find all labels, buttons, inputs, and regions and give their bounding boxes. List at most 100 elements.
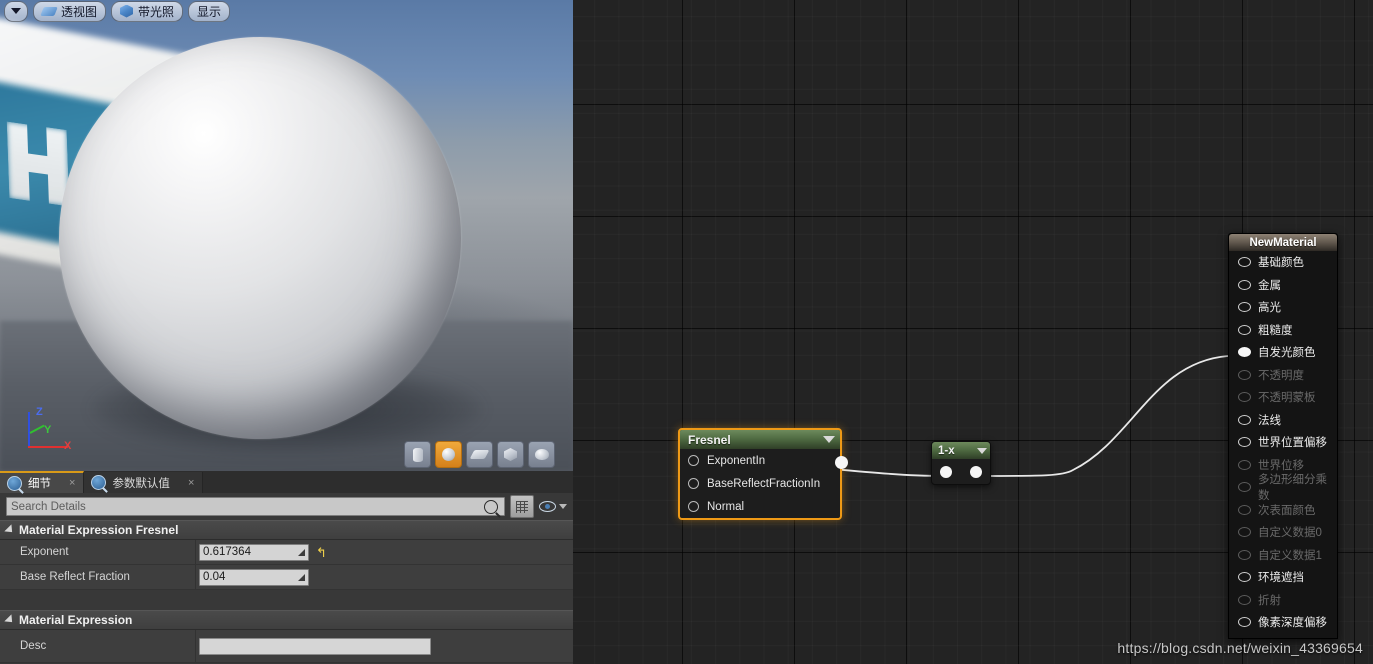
pin-icon[interactable] bbox=[1238, 279, 1251, 290]
viewport-toolbar: 透视图 带光照 显示 bbox=[4, 0, 231, 22]
material-preview-viewport[interactable]: Z X Y 透视图 带光照 显示 bbox=[0, 0, 573, 471]
material-pin-row[interactable]: 粗糙度 bbox=[1229, 319, 1337, 342]
pin-icon[interactable] bbox=[1238, 437, 1251, 448]
pin-icon[interactable] bbox=[1238, 414, 1251, 425]
pin-icon[interactable] bbox=[1238, 302, 1251, 313]
node-new-material-body: NewMaterial 基础颜色 金属 高光 粗糙度 自发光颜色 不透明度不透明蒙板法线世… bbox=[1228, 233, 1338, 639]
section-header-material-expression-fresnel[interactable]: Material Expression Fresnel bbox=[0, 520, 573, 540]
pin-icon[interactable] bbox=[688, 501, 699, 512]
material-pin-row[interactable]: 金属 bbox=[1229, 274, 1337, 297]
details-visibility-button[interactable] bbox=[539, 501, 567, 512]
pin-icon[interactable] bbox=[1238, 324, 1251, 335]
material-pin-row[interactable]: 像素深度偏移 bbox=[1229, 611, 1337, 634]
viewport-lit-button[interactable]: 带光照 bbox=[111, 0, 184, 22]
cylinder-icon bbox=[412, 447, 423, 462]
material-pin-row[interactable]: 自发光颜色 bbox=[1229, 341, 1337, 364]
axis-y-label: Y bbox=[44, 424, 52, 436]
material-pin-row[interactable]: 环境遮挡 bbox=[1229, 566, 1337, 589]
expand-triangle-icon bbox=[4, 614, 16, 626]
preview-shape-teapot-button[interactable] bbox=[528, 441, 555, 468]
node-one-minus-pins bbox=[932, 459, 990, 484]
collapse-triangle-icon[interactable] bbox=[977, 447, 987, 454]
node-fresnel[interactable]: Fresnel ExponentIn BaseReflectFractionIn… bbox=[678, 428, 848, 520]
preview-sphere-mesh[interactable] bbox=[59, 37, 461, 439]
teapot-icon bbox=[534, 449, 549, 460]
chevron-down-icon bbox=[559, 504, 567, 509]
search-details-input[interactable]: Search Details bbox=[11, 501, 484, 513]
perspective-icon bbox=[40, 6, 58, 16]
material-pin-label: 世界位置偏移 bbox=[1258, 437, 1327, 450]
axis-z-label: Z bbox=[36, 406, 43, 418]
pin-icon bbox=[1238, 594, 1251, 605]
material-pin-row[interactable]: 法线 bbox=[1229, 409, 1337, 432]
exponent-reset-button[interactable]: ↰ bbox=[316, 546, 327, 559]
exponent-input[interactable]: 0.617364 bbox=[199, 543, 309, 561]
node-one-minus-title: 1-x bbox=[938, 444, 955, 457]
base-reflect-fraction-value: 0.04 bbox=[203, 571, 226, 583]
collapse-triangle-icon[interactable] bbox=[823, 436, 835, 443]
desc-input[interactable] bbox=[199, 637, 431, 655]
expand-triangle-icon bbox=[4, 524, 16, 536]
preview-shape-plane-button[interactable] bbox=[466, 441, 493, 468]
viewport-show-button[interactable]: 显示 bbox=[188, 0, 231, 22]
node-fresnel-title: Fresnel bbox=[688, 432, 731, 447]
node-fresnel-output-pin[interactable] bbox=[835, 456, 848, 469]
node-pin-exponent-in[interactable]: ExponentIn bbox=[680, 449, 840, 472]
search-details-box[interactable]: Search Details bbox=[6, 497, 505, 516]
material-pin-row[interactable]: 世界位置偏移 bbox=[1229, 431, 1337, 454]
viewport-menu-button[interactable] bbox=[4, 0, 28, 22]
pin-icon[interactable] bbox=[1238, 257, 1251, 268]
node-one-minus[interactable]: 1-x bbox=[931, 441, 991, 485]
node-new-material-title: NewMaterial bbox=[1229, 234, 1337, 251]
material-pin-row[interactable]: 高光 bbox=[1229, 296, 1337, 319]
section-header-material-expression[interactable]: Material Expression bbox=[0, 610, 573, 630]
tab-parameter-defaults-close-icon[interactable]: × bbox=[188, 477, 194, 489]
property-row-desc: Desc bbox=[0, 630, 573, 663]
property-label-desc: Desc bbox=[20, 640, 47, 652]
exponent-value: 0.617364 bbox=[203, 546, 251, 558]
tab-details[interactable]: 细节 × bbox=[0, 471, 85, 493]
wire-oneminus-to-emissive bbox=[982, 355, 1229, 477]
pin-icon[interactable] bbox=[1238, 572, 1251, 583]
preview-shape-cube-button[interactable] bbox=[497, 441, 524, 468]
pin-icon[interactable] bbox=[688, 455, 699, 466]
property-label-base-reflect-fraction: Base Reflect Fraction bbox=[20, 571, 130, 583]
material-pin-row: 自定义数据0 bbox=[1229, 521, 1337, 544]
node-fresnel-header[interactable]: Fresnel bbox=[680, 430, 840, 449]
spinner-icon[interactable] bbox=[298, 548, 305, 556]
property-row-base-reflect-fraction: Base Reflect Fraction 0.04 bbox=[0, 565, 573, 590]
eye-icon bbox=[539, 501, 556, 512]
tab-parameter-defaults[interactable]: 参数默认值 × bbox=[84, 472, 204, 493]
node-pin-normal[interactable]: Normal bbox=[680, 495, 840, 518]
pin-icon[interactable] bbox=[1238, 617, 1251, 628]
material-pin-row: 不透明度 bbox=[1229, 364, 1337, 387]
preview-shape-sphere-button[interactable] bbox=[435, 441, 462, 468]
details-grid-view-button[interactable] bbox=[510, 495, 534, 518]
viewport-perspective-button[interactable]: 透视图 bbox=[33, 0, 107, 22]
property-label-exponent: Exponent bbox=[20, 546, 69, 558]
axis-y-line bbox=[29, 424, 45, 434]
base-reflect-fraction-input[interactable]: 0.04 bbox=[199, 568, 309, 586]
spinner-icon[interactable] bbox=[298, 573, 305, 581]
preview-shape-cylinder-button[interactable] bbox=[404, 441, 431, 468]
material-pin-row: 多边形细分乘数 bbox=[1229, 474, 1337, 502]
pin-icon[interactable] bbox=[688, 478, 699, 489]
material-pin-label: 不透明蒙板 bbox=[1258, 392, 1316, 405]
node-one-minus-output-pin[interactable] bbox=[970, 465, 982, 478]
material-pin-label: 像素深度偏移 bbox=[1258, 617, 1327, 630]
material-pin-label: 法线 bbox=[1258, 414, 1281, 427]
tab-details-close-icon[interactable]: × bbox=[69, 477, 75, 489]
search-icon bbox=[484, 499, 498, 514]
pin-icon bbox=[1238, 504, 1251, 515]
node-pin-base-reflect-fraction-in[interactable]: BaseReflectFractionIn bbox=[680, 472, 840, 495]
axis-x-label: X bbox=[64, 440, 72, 452]
node-one-minus-header[interactable]: 1-x bbox=[932, 442, 990, 459]
watermark: https://blog.csdn.net/weixin_43369654 bbox=[1117, 640, 1363, 656]
pin-icon[interactable] bbox=[1238, 347, 1251, 358]
node-one-minus-input-pin[interactable] bbox=[940, 465, 952, 478]
material-pin-row[interactable]: 基础颜色 bbox=[1229, 251, 1337, 274]
material-pin-label: 自定义数据1 bbox=[1258, 549, 1322, 562]
node-fresnel-body: Fresnel ExponentIn BaseReflectFractionIn… bbox=[678, 428, 842, 520]
parameter-defaults-icon bbox=[91, 475, 107, 490]
node-new-material[interactable]: NewMaterial 基础颜色 金属 高光 粗糙度 自发光颜色 不透明度不透明蒙板法线世… bbox=[1228, 233, 1338, 639]
